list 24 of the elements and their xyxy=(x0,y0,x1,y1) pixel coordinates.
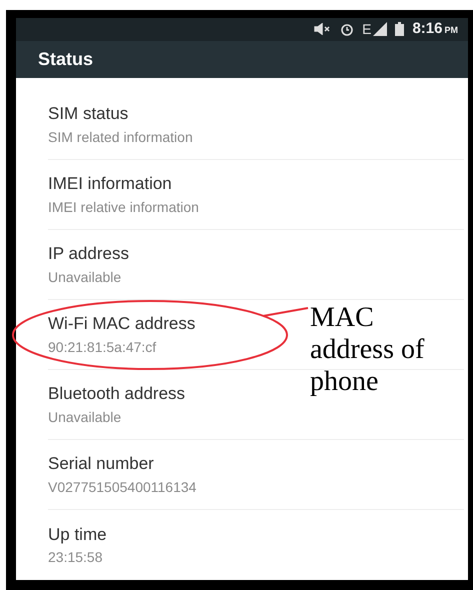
item-title[interactable]: Up time xyxy=(48,522,107,548)
alarm-icon xyxy=(340,22,354,36)
clock-ampm: PM xyxy=(444,24,458,37)
item-summary: 23:15:58 xyxy=(48,548,102,568)
item-summary: IMEI relative information xyxy=(48,198,199,217)
mute-icon xyxy=(314,23,332,36)
clock-time: 8:16 xyxy=(412,19,442,39)
battery-icon xyxy=(395,22,404,36)
item-summary: SIM related information xyxy=(48,128,193,147)
network-type: E xyxy=(362,20,372,39)
annotation-label: MAC address of phone xyxy=(310,302,426,398)
item-title[interactable]: Wi-Fi MAC address xyxy=(48,311,196,337)
item-summary: Unavailable xyxy=(48,408,122,427)
item-title[interactable]: IP address xyxy=(48,241,129,267)
item-summary: V027751505400116134 xyxy=(48,478,196,497)
item-summary: Unavailable xyxy=(48,268,122,287)
item-title[interactable]: Serial number xyxy=(48,451,154,477)
toolbar-title: Status xyxy=(38,48,94,71)
item-title[interactable]: IMEI information xyxy=(48,171,172,197)
item-title[interactable]: SIM status xyxy=(48,101,128,127)
signal-icon xyxy=(373,22,388,36)
leader-line xyxy=(262,307,308,317)
item-title[interactable]: Bluetooth address xyxy=(48,381,186,407)
item-summary: 90:21:81:5a:47:cf xyxy=(48,338,156,357)
